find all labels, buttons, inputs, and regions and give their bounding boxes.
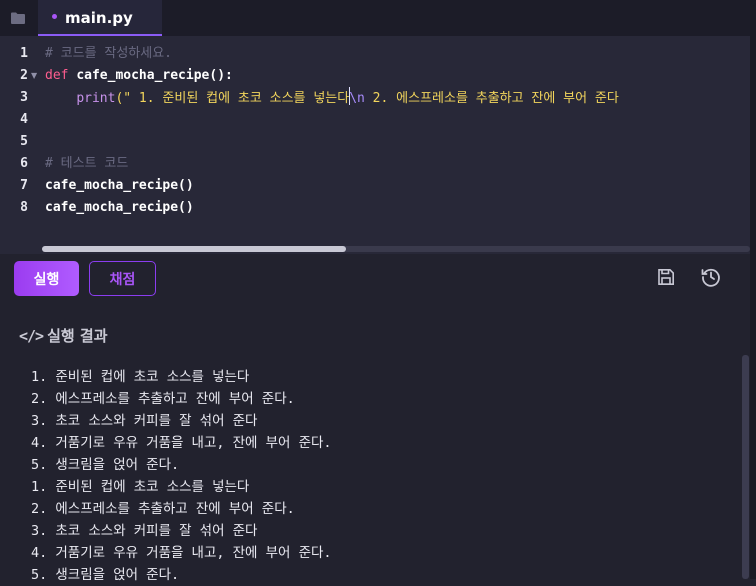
line-number: 6 xyxy=(20,156,28,171)
code-string: 2. 에스프레소를 추출하고 잔에 부어 준다 xyxy=(364,91,619,106)
output-line: 3. 초코 소스와 커피를 잘 섞어 준다 xyxy=(31,413,258,429)
code-escape: \n xyxy=(349,91,365,106)
code-builtin: print xyxy=(76,91,116,106)
code-line-1: # 코드를 작성하세요. xyxy=(45,43,172,65)
code-line-6: # 테스트 코드 xyxy=(45,153,128,175)
code-string: " 1. 준비된 컵에 초코 소스를 넣는다 xyxy=(123,91,350,106)
tab-label: main.py xyxy=(65,9,133,27)
file-explorer-button[interactable] xyxy=(0,0,36,36)
tab-main-py[interactable]: main.py xyxy=(38,0,162,36)
save-button[interactable] xyxy=(653,266,679,292)
line-number: 2 xyxy=(20,68,28,83)
history-button[interactable] xyxy=(698,266,724,292)
run-button[interactable]: 실행 xyxy=(14,261,79,296)
fold-arrow-icon[interactable]: ▼ xyxy=(31,65,37,87)
output-line: 1. 준비된 컵에 초코 소스를 넣는다 xyxy=(31,369,250,385)
unsaved-dot-icon xyxy=(52,14,57,19)
line-number: 1 xyxy=(20,46,28,61)
code-comment: # 테스트 코드 xyxy=(45,156,129,171)
code-comment: # 코드를 작성하세요. xyxy=(45,46,172,61)
line-number: 5 xyxy=(20,134,28,149)
code-call: cafe_mocha_recipe() xyxy=(45,200,194,215)
tab-bar: main.py xyxy=(0,0,756,36)
line-number: 7 xyxy=(20,178,28,193)
folder-icon xyxy=(11,9,25,28)
output-line: 5. 생크림을 얹어 준다. xyxy=(31,567,180,583)
line-number: 3 xyxy=(20,90,28,105)
output-console: 1. 준비된 컵에 초코 소스를 넣는다 2. 에스프레소를 추출하고 잔에 부… xyxy=(31,366,731,586)
code-line-2: def cafe_mocha_recipe(): xyxy=(45,65,233,87)
save-icon xyxy=(656,267,676,291)
output-line: 2. 에스프레소를 추출하고 잔에 부어 준다. xyxy=(31,501,295,517)
code-line-7: cafe_mocha_recipe() xyxy=(45,175,194,197)
result-title: 실행 결과 xyxy=(47,327,108,345)
window-edge xyxy=(750,0,756,579)
output-line: 5. 생크림을 얹어 준다. xyxy=(31,457,180,473)
code-editor[interactable]: 1 2 3 4 5 6 7 8 ▼ # 코드를 작성하세요. def cafe_… xyxy=(0,36,750,254)
code-call: cafe_mocha_recipe() xyxy=(45,178,194,193)
vertical-scrollbar[interactable] xyxy=(742,355,749,579)
result-header: </> 실행 결과 xyxy=(19,325,108,346)
horizontal-scrollbar-thumb[interactable] xyxy=(42,246,346,252)
code-keyword: def xyxy=(45,68,77,83)
history-icon xyxy=(700,266,722,292)
code-line-3: print(" 1. 준비된 컵에 초코 소스를 넣는다\n 2. 에스프레소를… xyxy=(45,87,619,110)
output-line: 1. 준비된 컵에 초코 소스를 넣는다 xyxy=(31,479,250,495)
output-line: 4. 거품기로 우유 거품을 내고, 잔에 부어 준다. xyxy=(31,545,332,561)
output-line: 4. 거품기로 우유 거품을 내고, 잔에 부어 준다. xyxy=(31,435,332,451)
line-number: 4 xyxy=(20,112,28,127)
grade-button[interactable]: 채점 xyxy=(89,261,156,296)
code-line-8: cafe_mocha_recipe() xyxy=(45,197,194,219)
code-icon: </> xyxy=(19,326,44,345)
line-number: 8 xyxy=(20,200,28,215)
output-line: 3. 초코 소스와 커피를 잘 섞어 준다 xyxy=(31,523,258,539)
code-function-name: cafe_mocha_recipe(): xyxy=(76,68,233,83)
output-line: 2. 에스프레소를 추출하고 잔에 부어 준다. xyxy=(31,391,295,407)
